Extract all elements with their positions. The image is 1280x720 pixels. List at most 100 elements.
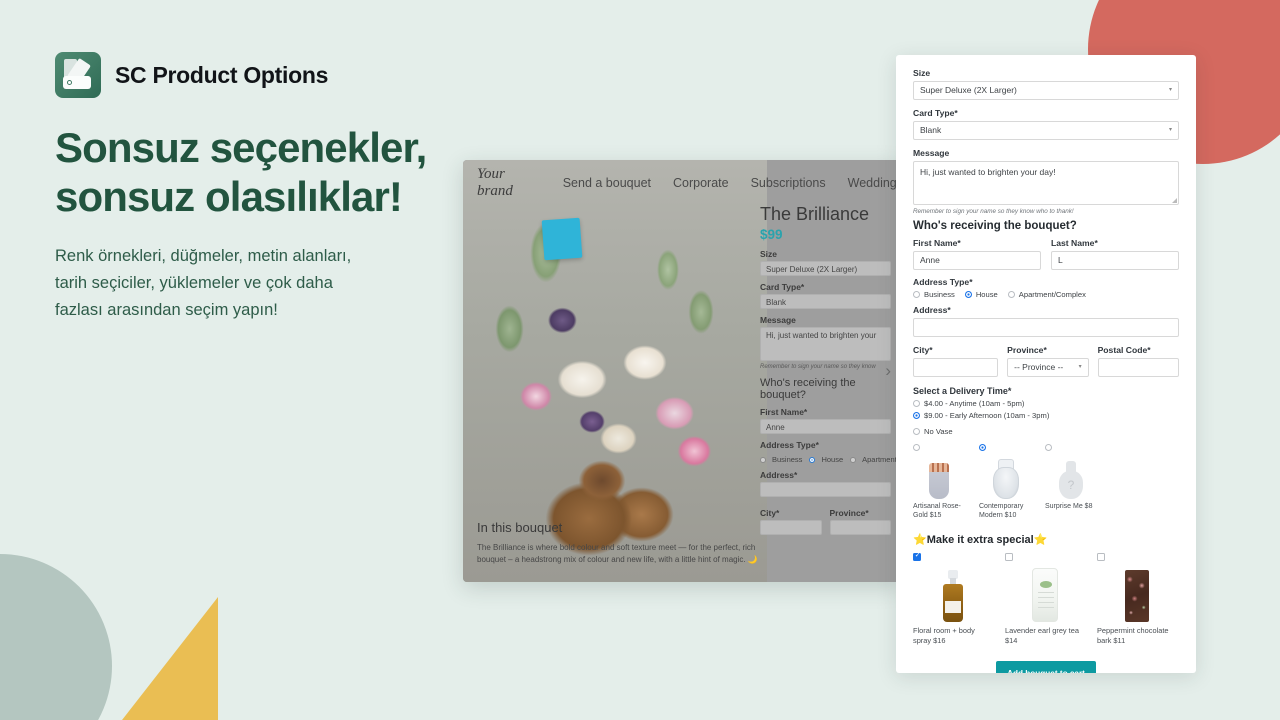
storefront-first-name-label: First Name*: [760, 407, 808, 417]
vase-option-surprise[interactable]: Surprise Me $8: [1045, 444, 1097, 521]
decorative-sage-circle: [0, 554, 112, 720]
chevron-down-icon: ▾: [1168, 87, 1172, 93]
radio-icon: [1007, 291, 1015, 298]
no-vase-option[interactable]: No Vase: [913, 427, 1179, 436]
storefront-wordmark: Your brand: [477, 166, 513, 199]
add-to-cart-button[interactable]: Add bouquet to cart: [996, 660, 1096, 673]
size-field: Size Super Deluxe (2X Larger) ▾: [913, 68, 1179, 100]
storefront-message-textarea[interactable]: Hi, just wanted to brighten your: [760, 327, 891, 361]
postal-code-input[interactable]: [1097, 358, 1180, 377]
star-icon-left: ⭐: [913, 533, 927, 546]
storefront-address-label: Address*: [760, 470, 798, 480]
vase-options-group: Artisanal Rose-Gold $15 Contemporary Mod…: [913, 444, 1179, 521]
storefront-size-select[interactable]: Super Deluxe (2X Larger): [760, 261, 891, 276]
first-name-input[interactable]: Anne: [913, 251, 1041, 270]
card-type-field: Card Type* Blank ▾: [913, 108, 1179, 140]
radio-icon: [913, 444, 920, 451]
vase-modern-icon: [979, 453, 1031, 499]
vase-option-artisanal[interactable]: Artisanal Rose-Gold $15: [913, 444, 965, 521]
address-field: Address*: [913, 305, 1179, 337]
postal-code-label: Postal Code*: [1097, 345, 1151, 355]
vase-surprise-icon: [1045, 453, 1097, 499]
checkbox-checked-icon: [913, 551, 921, 561]
first-name-label: First Name*: [913, 238, 961, 248]
hero-text-column: SC Product Options Sonsuz seçenekler, so…: [55, 52, 435, 324]
chevron-down-icon: ▾: [1168, 127, 1172, 133]
province-field: Province* -- Province -- ▾: [1007, 345, 1089, 377]
storefront-bouquet-body: The Brilliance is where bold colour and …: [477, 543, 758, 564]
addon-floral-spray[interactable]: Floral room + body spray $16: [913, 551, 993, 647]
resize-grip-icon[interactable]: [1172, 198, 1177, 203]
vase-option-contemporary[interactable]: Contemporary Modern $10: [979, 444, 1031, 521]
nav-corporate[interactable]: Corporate: [673, 176, 729, 190]
storefront-first-name-input[interactable]: Anne: [760, 419, 891, 434]
tea-tin-icon: [1005, 564, 1085, 622]
address-type-apartment[interactable]: Apartment/Complex: [1007, 290, 1086, 299]
checkbox-icon: [1097, 552, 1105, 561]
storefront-message-label: Message: [760, 315, 796, 325]
chocolate-bark-icon: [1097, 564, 1177, 622]
delivery-time-group: $4.00 - Anytime (10am - 5pm) $9.00 - Ear…: [913, 399, 1179, 420]
radio-selected-icon: [913, 412, 920, 419]
storefront-address-type-label: Address Type*: [760, 440, 819, 450]
province-value: -- Province --: [1014, 362, 1064, 372]
storefront-message-hint: Remember to sign your name so they know: [760, 364, 876, 370]
brand-row: SC Product Options: [55, 52, 435, 98]
promo-banner: SC Product Options Sonsuz seçenekler, so…: [0, 0, 1280, 720]
card-type-label: Card Type*: [913, 108, 958, 118]
city-input[interactable]: [913, 358, 999, 377]
address-type-business[interactable]: Business: [913, 290, 955, 299]
extras-heading: ⭐Make it extra special⭐: [913, 533, 1179, 546]
delivery-option-anytime[interactable]: $4.00 - Anytime (10am - 5pm): [913, 399, 1179, 408]
size-select[interactable]: Super Deluxe (2X Larger) ▾: [913, 81, 1179, 100]
last-name-input[interactable]: L: [1051, 251, 1179, 270]
gift-tag: [541, 217, 583, 261]
page-title: Sonsuz seçenekler, sonsuz olasılıklar!: [55, 124, 427, 220]
extras-heading-text: Make it extra special: [926, 533, 1034, 546]
delivery-time-label: Select a Delivery Time*: [913, 386, 1012, 396]
storefront-addrtype-business[interactable]: Business: [760, 455, 802, 464]
chevron-down-icon: ▾: [1078, 364, 1082, 370]
storefront-address-input[interactable]: [760, 482, 891, 497]
storefront-product-form: The Brilliance $99 Size Super Deluxe (2X…: [748, 204, 903, 535]
storefront-card-type-select[interactable]: Blank: [760, 294, 891, 309]
radio-icon: [760, 456, 766, 463]
star-icon-right: ⭐: [1033, 533, 1048, 546]
message-field: Message Hi, just wanted to brighten your…: [913, 148, 1179, 215]
recipient-heading: Who's receiving the bouquet?: [913, 220, 1077, 232]
storefront-addrtype-house[interactable]: House: [809, 455, 843, 464]
nav-subscriptions[interactable]: Subscriptions: [751, 176, 826, 190]
province-label: Province*: [1007, 345, 1047, 355]
last-name-field: Last Name* L: [1051, 238, 1179, 270]
address-type-house[interactable]: House: [964, 290, 998, 299]
storefront-product-price: $99: [760, 227, 783, 242]
nav-weddings[interactable]: Weddings: [848, 176, 903, 190]
address-type-label: Address Type*: [913, 277, 973, 287]
delivery-option-early-afternoon[interactable]: $9.00 - Early Afternoon (10am - 3pm): [913, 411, 1179, 420]
product-options-panel: Size Super Deluxe (2X Larger) ▾ Card Typ…: [896, 55, 1196, 673]
nav-send-a-bouquet[interactable]: Send a bouquet: [563, 176, 651, 190]
message-textarea[interactable]: Hi, just wanted to brighten your day!: [913, 161, 1179, 205]
addon-lavender-tea[interactable]: Lavender earl grey tea $14: [1005, 552, 1085, 647]
radio-selected-icon: [964, 291, 972, 298]
card-type-select[interactable]: Blank ▾: [913, 121, 1179, 140]
first-name-field: First Name* Anne: [913, 238, 1041, 270]
radio-selected-icon: [809, 456, 816, 463]
address-input[interactable]: [913, 318, 1179, 337]
storefront-card-type-label: Card Type*: [760, 282, 805, 292]
message-hint: Remember to sign your name so they know …: [913, 208, 1074, 215]
city-label: City*: [913, 345, 933, 355]
message-value: Hi, just wanted to brighten your day!: [920, 167, 1056, 177]
checkbox-icon: [1005, 552, 1013, 561]
postal-code-field: Postal Code*: [1097, 345, 1180, 377]
decorative-yellow-triangle: [122, 597, 218, 720]
chevron-right-icon[interactable]: ›: [885, 361, 891, 381]
addon-chocolate-bark[interactable]: Peppermint chocolate bark $11: [1097, 552, 1177, 647]
spray-bottle-icon: [913, 564, 993, 622]
card-type-value: Blank: [920, 125, 942, 135]
color-swatch-icon: [55, 52, 101, 98]
storefront-product-title: The Brilliance: [760, 204, 870, 224]
radio-icon: [913, 291, 920, 298]
province-select[interactable]: -- Province -- ▾: [1007, 358, 1089, 377]
storefront-recipient-heading: Who's receiving the bouquet?: [760, 377, 856, 401]
